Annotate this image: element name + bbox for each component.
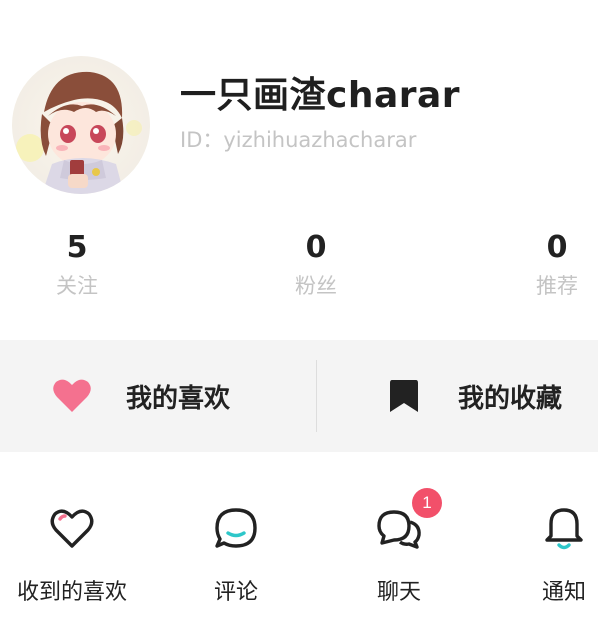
stat-recommend-value: 0 [546, 230, 568, 265]
menu-comments[interactable]: 评论 [196, 486, 276, 606]
profile-header: 一只画渣charar ID：yizhihuazhacharar [0, 0, 598, 220]
comment-bubble-icon [211, 504, 261, 554]
my-likes-label: 我的喜欢 [126, 383, 231, 414]
my-likes-button[interactable]: 我的喜欢 [52, 340, 230, 452]
stat-fans-value: 0 [305, 230, 327, 265]
heart-filled-icon [52, 376, 92, 416]
menu-chat-label: 聊天 [376, 580, 421, 605]
action-bar: 我的喜欢 我的收藏 [0, 340, 598, 452]
menu-comments-label: 评论 [213, 580, 258, 605]
action-divider [316, 360, 317, 432]
stat-recommend[interactable]: 0 推荐 [497, 226, 598, 300]
stat-fans-label: 粉丝 [295, 274, 337, 298]
menu-notifications[interactable]: 通知 [524, 486, 598, 606]
menu-chat[interactable]: 1 聊天 [359, 486, 442, 606]
menu-received-likes[interactable]: 收到的喜欢 [8, 486, 136, 606]
stat-following-label: 关注 [56, 274, 98, 298]
chat-bubbles-icon: 1 [374, 488, 442, 554]
user-id: ID：yizhihuazhacharar [180, 124, 416, 154]
avatar[interactable] [12, 56, 150, 194]
my-favorites-button[interactable]: 我的收藏 [384, 340, 562, 452]
bookmark-icon [384, 376, 424, 416]
menu-notifications-label: 通知 [541, 580, 586, 605]
user-id-value: yizhihuazhacharar [223, 128, 417, 152]
username: 一只画渣charar [180, 75, 461, 116]
stat-fans[interactable]: 0 粉丝 [256, 226, 376, 300]
user-id-label: ID： [180, 128, 224, 152]
chat-unread-badge: 1 [412, 488, 442, 518]
my-favorites-label: 我的收藏 [458, 383, 563, 414]
stats-row: 5 关注 0 粉丝 0 推荐 [0, 226, 598, 316]
bell-icon [539, 504, 589, 554]
menu-received-likes-label: 收到的喜欢 [16, 580, 127, 605]
stat-following-value: 5 [66, 230, 88, 265]
notification-menu: 收到的喜欢 评论 1 聊天 通知 [0, 486, 598, 616]
stat-recommend-label: 推荐 [536, 274, 578, 298]
heart-outline-icon [47, 504, 97, 554]
profile-page: 一只画渣charar ID：yizhihuazhacharar 5 关注 0 粉… [0, 0, 598, 626]
stat-following[interactable]: 5 关注 [17, 226, 137, 300]
